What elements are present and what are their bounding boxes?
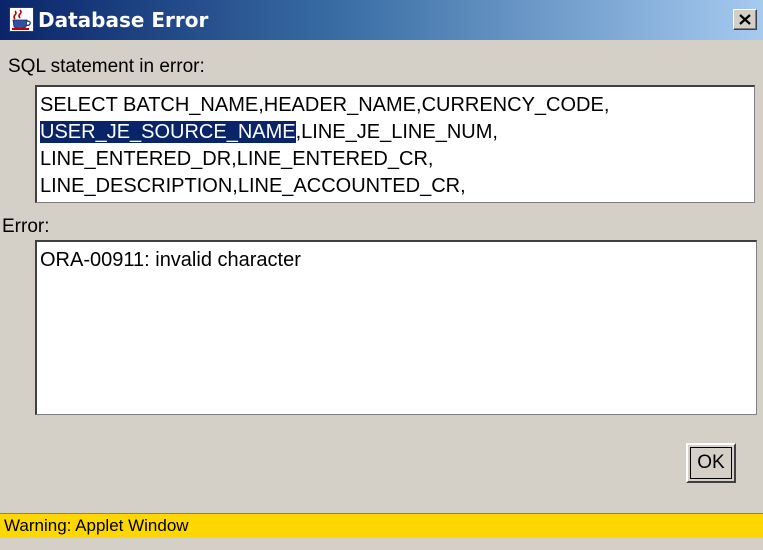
- sql-line: USER_JE_SOURCE_NAME,LINE_JE_LINE_NUM,: [40, 120, 498, 144]
- close-icon: [739, 14, 751, 25]
- sql-line-text: ,LINE_JE_LINE_NUM,: [295, 121, 498, 143]
- window-title: Database Error: [38, 8, 209, 32]
- java-cup-icon: [9, 7, 34, 32]
- title-bar[interactable]: Database Error: [0, 0, 763, 40]
- sql-line-text: LINE_ENTERED_DR,LINE_ENTERED_CR,: [40, 148, 434, 170]
- error-message-textarea[interactable]: ORA-00911: invalid character: [35, 240, 757, 415]
- error-message: ORA-00911: invalid character: [40, 249, 301, 271]
- sql-line-text: SELECT BATCH_NAME,HEADER_NAME,CURRENCY_C…: [40, 94, 610, 116]
- window-bottom-edge: [0, 538, 763, 550]
- error-label: Error:: [2, 216, 50, 237]
- applet-warning-bar: Warning: Applet Window: [0, 513, 763, 538]
- sql-line: LINE_ENTERED_DR,LINE_ENTERED_CR,: [40, 147, 433, 171]
- database-error-dialog: Database Error SQL statement in error: S…: [0, 0, 763, 550]
- sql-statement-label: SQL statement in error:: [8, 56, 205, 77]
- focus-ring: [690, 447, 732, 479]
- sql-line: SELECT BATCH_NAME,HEADER_NAME,CURRENCY_C…: [40, 93, 609, 117]
- selected-text: USER_JE_SOURCE_NAME: [40, 121, 296, 143]
- sql-line: LINE_DESCRIPTION,LINE_ACCOUNTED_CR,: [40, 174, 466, 198]
- ok-button[interactable]: OK: [686, 443, 736, 483]
- warning-text: Warning: Applet Window: [4, 516, 189, 535]
- close-button[interactable]: [733, 9, 757, 30]
- sql-line-text: LINE_DESCRIPTION,LINE_ACCOUNTED_CR,: [40, 175, 466, 197]
- sql-statement-textarea[interactable]: SELECT BATCH_NAME,HEADER_NAME,CURRENCY_C…: [35, 85, 755, 203]
